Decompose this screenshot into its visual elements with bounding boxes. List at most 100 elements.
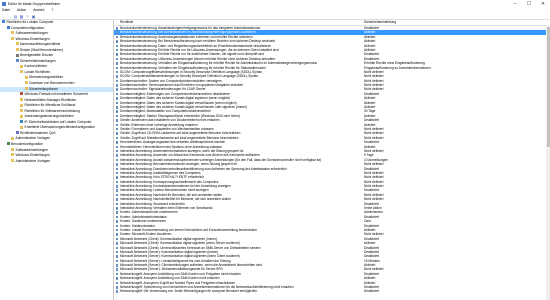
policy-icon	[115, 44, 118, 48]
tree-item-label: Administrative Vorlagen	[15, 136, 51, 141]
policy-name: Microsoft-Netzwerk (Client): Kommunikati…	[120, 236, 218, 241]
tree-item-label: Softwareeinstellungen	[15, 31, 48, 36]
close-icon[interactable]: ✕	[536, 0, 550, 8]
policy-icon	[115, 53, 118, 56]
properties-icon[interactable]: ▣	[31, 14, 36, 19]
policy-name: Benutzerkontensteuerung: UIAccess-Anwend…	[120, 56, 276, 61]
back-arrow-icon[interactable]: ←	[1, 14, 6, 19]
folder-icon	[20, 97, 23, 101]
menu-ansicht[interactable]: Ansicht	[33, 8, 44, 12]
policy-name: Benutzerkontensteuerung: Alle Administra…	[120, 30, 256, 35]
policy-name: Netzwerkzugriff: Die Verwendung von 'Jed…	[120, 289, 258, 294]
printer-icon	[15, 53, 19, 57]
folder-icon	[20, 64, 23, 68]
policy-name: Domänencontroller: Signaturanforderungen…	[120, 87, 206, 92]
policy-name: Geräte: Zugriff auf Diskettenlaufwerke a…	[120, 135, 239, 140]
policy-icon	[115, 268, 118, 271]
policy-icon	[115, 106, 118, 109]
window-controls: – ☐ ✕	[508, 0, 550, 8]
policy-name: DCOM: Computerzugriffsbeschränkungen in …	[120, 69, 263, 74]
tree-item-label: Windows-Einstellungen	[15, 36, 50, 41]
policy-name: Benutzerkontensteuerung: Verhalten der E…	[120, 65, 266, 70]
tree-item-label: Benutzerkonfiguration	[11, 142, 44, 147]
policy-name: Geräte: Formatieren und Auswerfen von We…	[120, 126, 214, 131]
policy-name: Netzwerkzugriff: Anonyme Aufzählung von …	[120, 276, 220, 281]
policy-icon	[115, 180, 118, 184]
tree-item-label: Windows-Firewall mit erweiterter Sicherh…	[24, 92, 88, 97]
policy-name: Benutzerkontensteuerung: Administratorge…	[120, 26, 261, 30]
policy-name: Microsoft-Netzwerk (Server): Kommunikati…	[120, 249, 219, 254]
policy-icon	[115, 207, 118, 210]
policy-name: Benutzerkontensteuerung: Bei Benutzerauf…	[120, 39, 276, 44]
menu-aktion[interactable]: Aktion	[17, 8, 26, 12]
tree-item-label: Überwachungsrichtlinie	[29, 75, 64, 80]
policy-icon	[115, 237, 118, 241]
policy-name: Geräte: Zugriff auf CD-ROM-Laufwerke auf…	[120, 131, 241, 136]
policy-name: Interaktive Anmeldung: Kontosperrungssch…	[120, 179, 219, 184]
policy-icon	[115, 198, 118, 201]
policy-name: Konten: Administratorkonto umbenennen	[120, 210, 178, 215]
policy-icon	[115, 158, 118, 162]
policy-icon	[115, 171, 118, 175]
folder-icon	[20, 125, 23, 129]
tree-item-label: Netzwerklisten-Manager-Richtlinien	[24, 97, 77, 102]
tree-item-label: Sicherheitseinstellungen	[20, 58, 56, 63]
policy-icon	[115, 35, 118, 39]
menu-datei[interactable]: Datei	[2, 8, 10, 12]
folder-icon	[20, 109, 23, 113]
navigation-tree: Richtlinien für Lokaler Computer Computer…	[0, 20, 114, 300]
policy-name: Interaktive Anmeldung: Smartcard erforde…	[120, 201, 185, 206]
policy-icon	[115, 242, 118, 245]
policy-icon	[115, 92, 118, 96]
policy-icon	[115, 31, 118, 34]
minimize-icon[interactable]: –	[508, 0, 522, 8]
scrollbar-thumb[interactable]	[546, 27, 550, 147]
vertical-scrollbar[interactable]	[546, 25, 550, 300]
folder-icon	[11, 153, 14, 157]
policy-name: Netzwerkzugriff: Anonymen Zugriff auf Na…	[120, 280, 236, 285]
policy-icon	[115, 259, 118, 263]
help-icon[interactable]: ?	[25, 14, 30, 19]
policy-name: Interaktive Anmeldung: Inaktivitätsgrenz…	[120, 170, 201, 175]
policy-name: Microsoft-Netzwerk (Client): Kommunikati…	[120, 241, 240, 246]
policy-name: Interaktive Anmeldung: Benutzerinformati…	[120, 162, 237, 167]
policy-icon	[115, 272, 118, 276]
policy-icon	[115, 202, 118, 206]
policy-icon	[115, 167, 118, 170]
policy-name: Domänenmitglied: Änderungen von Computer…	[120, 91, 231, 96]
policy-rows: Benutzerkontensteuerung: Administratorge…	[114, 26, 550, 294]
tree-item-label: Softwareeinstellungen	[15, 147, 48, 152]
policy-name: Microsoft-Netzwerk (Server): Leerlaufzei…	[120, 258, 231, 263]
up-folder-icon[interactable]: ▤	[13, 14, 18, 19]
policy-icon	[115, 40, 118, 43]
policy-name: Interaktive Anmeldung: Verhalten beim En…	[120, 206, 213, 211]
toolbar: ← → ▤ ▦ ? ▣	[0, 13, 550, 20]
policy-name: Geräte: Anwendern das Installieren von D…	[120, 118, 220, 123]
column-header-policy[interactable]: Richtlinie	[114, 20, 358, 25]
policy-icon	[115, 281, 118, 285]
policy-icon	[115, 132, 118, 135]
tree-item-label: Richtlinien für Softwareeinschränkung	[24, 108, 80, 113]
policy-icon	[115, 141, 118, 144]
forward-arrow-icon[interactable]: →	[7, 14, 12, 19]
policy-icon	[115, 57, 118, 61]
policy-icon	[115, 224, 118, 228]
policy-name: Benutzerkontensteuerung: Erhöhte Rechte …	[120, 52, 265, 57]
menu-help[interactable]: ?	[51, 8, 53, 12]
policy-name: Benutzerkontensteuerung: Verhalten der E…	[120, 61, 317, 66]
tree-item-label: Zuweisen von Benutzerrechten	[29, 81, 75, 86]
computer-icon	[2, 20, 5, 24]
policy-name: Interaktive Anmeldung: Letzten Benutzern…	[120, 188, 209, 193]
policy-row[interactable]: Netzwerkzugriff: Die Verwendung von 'Jed…	[114, 289, 550, 293]
show-hide-tree-icon[interactable]: ▦	[19, 14, 24, 19]
maximize-icon[interactable]: ☐	[522, 0, 536, 8]
policy-icon	[115, 145, 118, 149]
policy-icon	[115, 255, 118, 258]
column-header-setting[interactable]: Sicherheitseinstellung	[358, 20, 396, 25]
policy-name: Domänencontroller: Serveroperatoren das …	[120, 83, 244, 88]
policy-icon	[115, 88, 118, 91]
policy-name: Interaktive Anmeldung: Anwender vor Abla…	[120, 153, 260, 158]
tree-item[interactable]: Administrative Vorlagen	[0, 159, 113, 165]
folder-icon	[11, 147, 14, 151]
policy-icon	[115, 75, 118, 78]
